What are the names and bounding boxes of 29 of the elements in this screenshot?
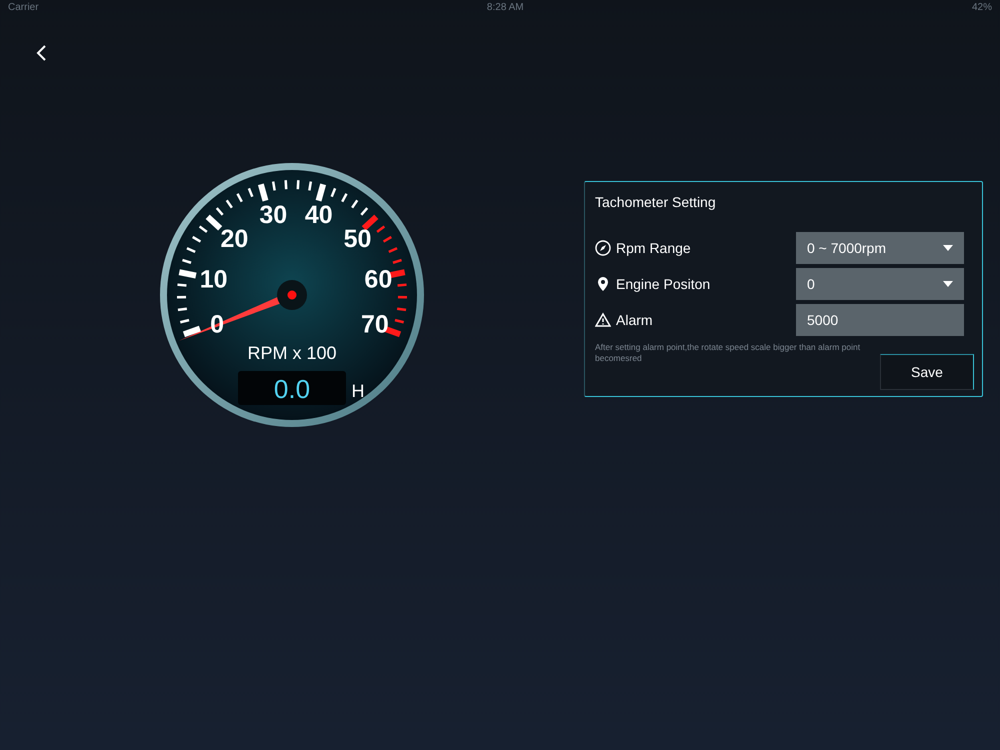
field-label: Alarm (616, 312, 653, 328)
caret-icon (943, 281, 953, 287)
reading-value: 0.0 (274, 374, 310, 404)
scale-label: 10 (200, 265, 228, 294)
warning-icon (595, 312, 611, 328)
location-pin-icon (595, 276, 611, 292)
scale-label: 60 (364, 265, 392, 294)
back-icon (36, 44, 48, 62)
field-label: Engine Positon (616, 276, 710, 292)
field-label: Rpm Range (616, 240, 691, 256)
save-button[interactable]: Save (880, 354, 974, 390)
panel-title: Tachometer Setting (595, 194, 717, 210)
needle-hub (277, 280, 307, 310)
scale-label: 70 (361, 310, 389, 339)
dropdown-field[interactable]: 0 (796, 268, 964, 300)
alarm-note: After setting alarm point,the rotate speed scale bigger than alarm point becomesred (595, 342, 862, 366)
alarm-input[interactable]: 5000 (796, 304, 964, 336)
scale-label: 50 (344, 224, 372, 253)
clock-text: 8:28 AM (486, 2, 524, 14)
compass-icon (595, 240, 611, 256)
carrier-text: Carrier (8, 2, 39, 14)
dropdown-field[interactable]: 0 ~ 7000rpm (796, 232, 964, 264)
hours-unit: H (352, 381, 364, 401)
caret-icon (943, 245, 953, 251)
scale-label: 20 (220, 224, 248, 253)
unit-label: RPM x 100 (247, 343, 337, 363)
scale-label: 40 (304, 201, 333, 230)
battery-text: 42% (972, 2, 992, 14)
scale-label: 30 (259, 201, 288, 230)
